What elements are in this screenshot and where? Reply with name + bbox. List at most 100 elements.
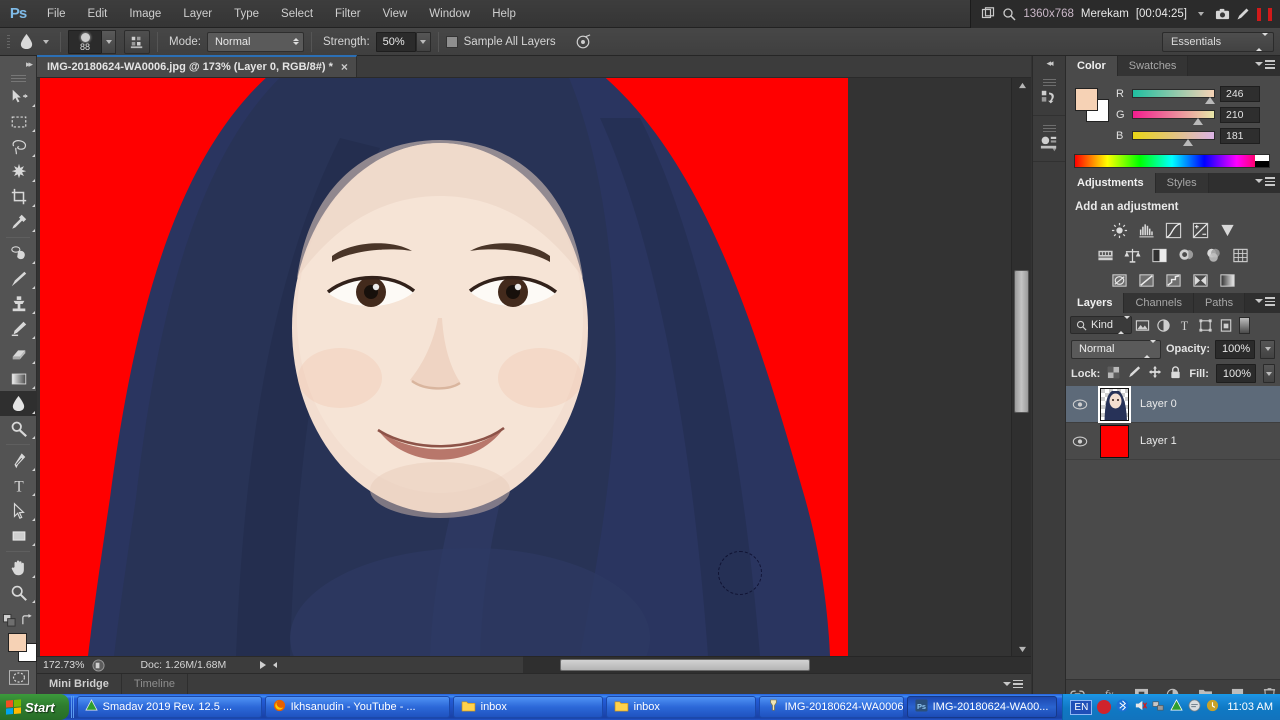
- color-swatches[interactable]: [1075, 88, 1109, 122]
- tab-adjustments[interactable]: Adjustments: [1066, 173, 1156, 193]
- color-balance-icon[interactable]: [1122, 245, 1143, 265]
- blue-slider-track[interactable]: [1132, 131, 1215, 146]
- swap-colors-icon[interactable]: [21, 614, 34, 630]
- vibrance-icon[interactable]: [1217, 220, 1238, 240]
- color-spectrum-ramp[interactable]: [1074, 154, 1270, 168]
- invert-icon[interactable]: [1109, 270, 1130, 290]
- pen-tool[interactable]: [0, 448, 37, 473]
- color-channel-green[interactable]: G 210: [1116, 104, 1272, 125]
- brush-tool[interactable]: [0, 266, 37, 291]
- menu-window[interactable]: Window: [418, 4, 481, 24]
- tab-layers[interactable]: Layers: [1066, 293, 1125, 313]
- rectangle-shape-tool[interactable]: [0, 523, 37, 548]
- menu-filter[interactable]: Filter: [324, 4, 372, 24]
- menu-select[interactable]: Select: [270, 4, 324, 24]
- type-filter-icon[interactable]: T: [1174, 315, 1195, 335]
- messenger-icon[interactable]: [1188, 699, 1201, 715]
- layer-name-0[interactable]: Layer 0: [1134, 398, 1177, 410]
- blur-smudge-tool[interactable]: [0, 391, 37, 416]
- exposure-icon[interactable]: [1190, 220, 1211, 240]
- menu-type[interactable]: Type: [223, 4, 270, 24]
- color-channel-red[interactable]: R 246: [1116, 83, 1272, 104]
- layer-visibility-toggle[interactable]: [1066, 436, 1094, 447]
- update-icon[interactable]: [1206, 699, 1219, 715]
- fill-value[interactable]: 100%: [1215, 364, 1256, 383]
- foreground-color-swatch[interactable]: [8, 633, 27, 652]
- menu-help[interactable]: Help: [481, 4, 527, 24]
- red-slider-thumb[interactable]: [1205, 97, 1215, 104]
- levels-icon[interactable]: [1136, 220, 1157, 240]
- magnifier-icon[interactable]: [1002, 7, 1016, 21]
- blend-mode-select[interactable]: Normal: [206, 31, 304, 52]
- color-lookup-icon[interactable]: [1230, 245, 1251, 265]
- language-indicator[interactable]: EN: [1070, 699, 1093, 715]
- layer-thumbnail[interactable]: [1097, 385, 1131, 423]
- sample-all-layers-checkbox[interactable]: Sample All Layers: [445, 35, 556, 48]
- healing-brush-tool[interactable]: [0, 241, 37, 266]
- smadav-tray-icon[interactable]: [1170, 699, 1184, 715]
- opacity-chevron-icon[interactable]: [1260, 339, 1275, 359]
- zoom-tool[interactable]: [0, 580, 37, 605]
- tab-swatches[interactable]: Swatches: [1117, 56, 1189, 76]
- selective-color-icon[interactable]: [1190, 270, 1211, 290]
- checkbox-box[interactable]: [445, 35, 458, 48]
- bottom-dock-menu-icon[interactable]: [1003, 679, 1023, 689]
- close-icon[interactable]: ×: [341, 61, 348, 73]
- pencil-icon[interactable]: [1236, 7, 1250, 21]
- layer-thumbnail-cell[interactable]: [1094, 424, 1134, 458]
- tab-styles[interactable]: Styles: [1155, 173, 1209, 193]
- mini-bridge-panel-icon[interactable]: [1033, 116, 1065, 162]
- canvas-vertical-scrollbar[interactable]: [1011, 78, 1031, 656]
- hue-saturation-icon[interactable]: [1095, 245, 1116, 265]
- stop-icon[interactable]: [1268, 7, 1272, 21]
- fill-chevron-icon[interactable]: [1262, 364, 1275, 383]
- gradient-tool[interactable]: [0, 366, 37, 391]
- red-slider-track[interactable]: [1132, 89, 1215, 104]
- network-icon[interactable]: [1152, 699, 1165, 715]
- start-button[interactable]: Start: [0, 694, 69, 720]
- tab-paths[interactable]: Paths: [1193, 293, 1246, 313]
- crop-tool[interactable]: [0, 184, 37, 209]
- layer-thumbnail[interactable]: [1099, 424, 1129, 458]
- workspace-select[interactable]: Essentials: [1162, 32, 1274, 52]
- brush-size-picker[interactable]: 88: [68, 29, 116, 54]
- horizontal-scroll-thumb[interactable]: [560, 659, 810, 671]
- layers-panel-menu-icon[interactable]: [1255, 297, 1275, 306]
- bluetooth-icon[interactable]: [1116, 699, 1129, 715]
- system-clock[interactable]: 11:03 AM: [1227, 701, 1273, 713]
- quick-mask-icon[interactable]: [0, 665, 37, 690]
- pause-icon[interactable]: [1257, 7, 1261, 21]
- brush-panel-toggle[interactable]: [124, 29, 150, 54]
- dock-expand-button[interactable]: ◂◂: [1033, 56, 1065, 70]
- move-tool[interactable]: [0, 84, 37, 109]
- path-selection-tool[interactable]: [0, 498, 37, 523]
- taskbar-item-photoshop[interactable]: Ps IMG-20180624-WA00...: [906, 696, 1057, 718]
- history-brush-tool[interactable]: [0, 316, 37, 341]
- tablet-pressure-icon[interactable]: [570, 31, 596, 53]
- layer-filter-kind-select[interactable]: Kind: [1070, 316, 1132, 334]
- green-slider-thumb[interactable]: [1193, 118, 1203, 125]
- color-channel-blue[interactable]: B 181: [1116, 125, 1272, 146]
- smart-object-filter-icon[interactable]: [1216, 315, 1237, 335]
- foreground-background-colors[interactable]: [0, 631, 37, 665]
- channel-value-g[interactable]: 210: [1220, 106, 1260, 123]
- menu-image[interactable]: Image: [118, 4, 172, 24]
- menu-layer[interactable]: Layer: [172, 4, 223, 24]
- adjustments-panel-menu-icon[interactable]: [1255, 177, 1275, 186]
- scroll-down-icon[interactable]: [1012, 642, 1032, 656]
- tool-preset-chevron-icon[interactable]: [39, 39, 53, 44]
- color-foreground-swatch[interactable]: [1075, 88, 1098, 111]
- eyedropper-tool[interactable]: [0, 209, 37, 234]
- brush-size-chevron-icon[interactable]: [102, 29, 116, 54]
- brush-preview[interactable]: 88: [68, 29, 102, 54]
- layer-visibility-toggle[interactable]: [1066, 399, 1094, 410]
- clone-stamp-tool[interactable]: [0, 291, 37, 316]
- menu-edit[interactable]: Edit: [77, 4, 119, 24]
- color-panel-menu-icon[interactable]: [1255, 60, 1275, 69]
- photo-filter-icon[interactable]: [1176, 245, 1197, 265]
- record-icon[interactable]: [1097, 700, 1112, 714]
- lock-all-icon[interactable]: [1169, 365, 1182, 383]
- chevron-down-icon[interactable]: [1194, 7, 1208, 21]
- black-white-swatch[interactable]: [1255, 155, 1269, 167]
- curves-icon[interactable]: [1163, 220, 1184, 240]
